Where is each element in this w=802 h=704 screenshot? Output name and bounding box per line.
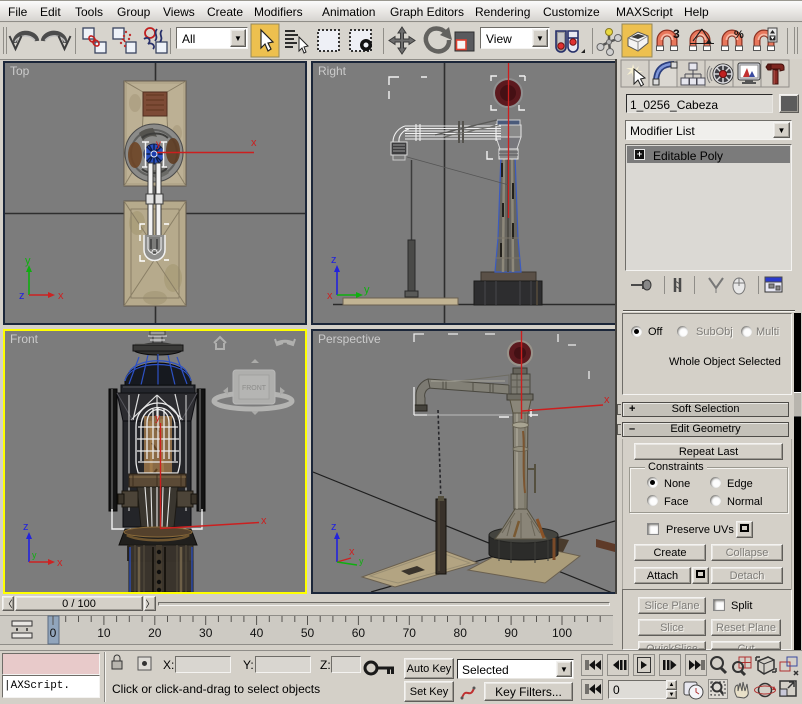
svg-text:30: 30 — [199, 626, 213, 640]
svg-text:x: x — [349, 546, 355, 558]
svg-text:y: y — [32, 550, 37, 560]
svg-text:0: 0 — [50, 626, 57, 640]
svg-text:y: y — [364, 284, 370, 296]
svg-text:y: y — [25, 255, 31, 267]
svg-text:80: 80 — [454, 626, 468, 640]
svg-text:50: 50 — [301, 626, 315, 640]
svg-text:z: z — [331, 254, 337, 266]
svg-text:3: 3 — [673, 27, 680, 41]
svg-text:100: 100 — [552, 626, 572, 640]
svg-text:x: x — [261, 515, 267, 527]
svg-text:x: x — [58, 290, 64, 302]
svg-text:FRONT: FRONT — [242, 385, 267, 392]
svg-text:%: % — [734, 29, 744, 41]
svg-text:x: x — [327, 290, 333, 302]
svg-text:z: z — [19, 290, 25, 302]
svg-text:70: 70 — [403, 626, 417, 640]
svg-text:x: x — [57, 557, 63, 569]
svg-text:y: y — [359, 556, 364, 566]
svg-text:x: x — [604, 394, 610, 406]
svg-text:60: 60 — [352, 626, 366, 640]
svg-text:z: z — [23, 521, 29, 533]
svg-text:40: 40 — [250, 626, 264, 640]
svg-text:90: 90 — [504, 626, 518, 640]
svg-text:y: y — [156, 139, 161, 150]
svg-text:10: 10 — [97, 626, 111, 640]
svg-text:z: z — [331, 521, 337, 533]
svg-text:20: 20 — [148, 626, 162, 640]
svg-text:y: y — [155, 413, 160, 424]
svg-text:x: x — [251, 137, 257, 149]
